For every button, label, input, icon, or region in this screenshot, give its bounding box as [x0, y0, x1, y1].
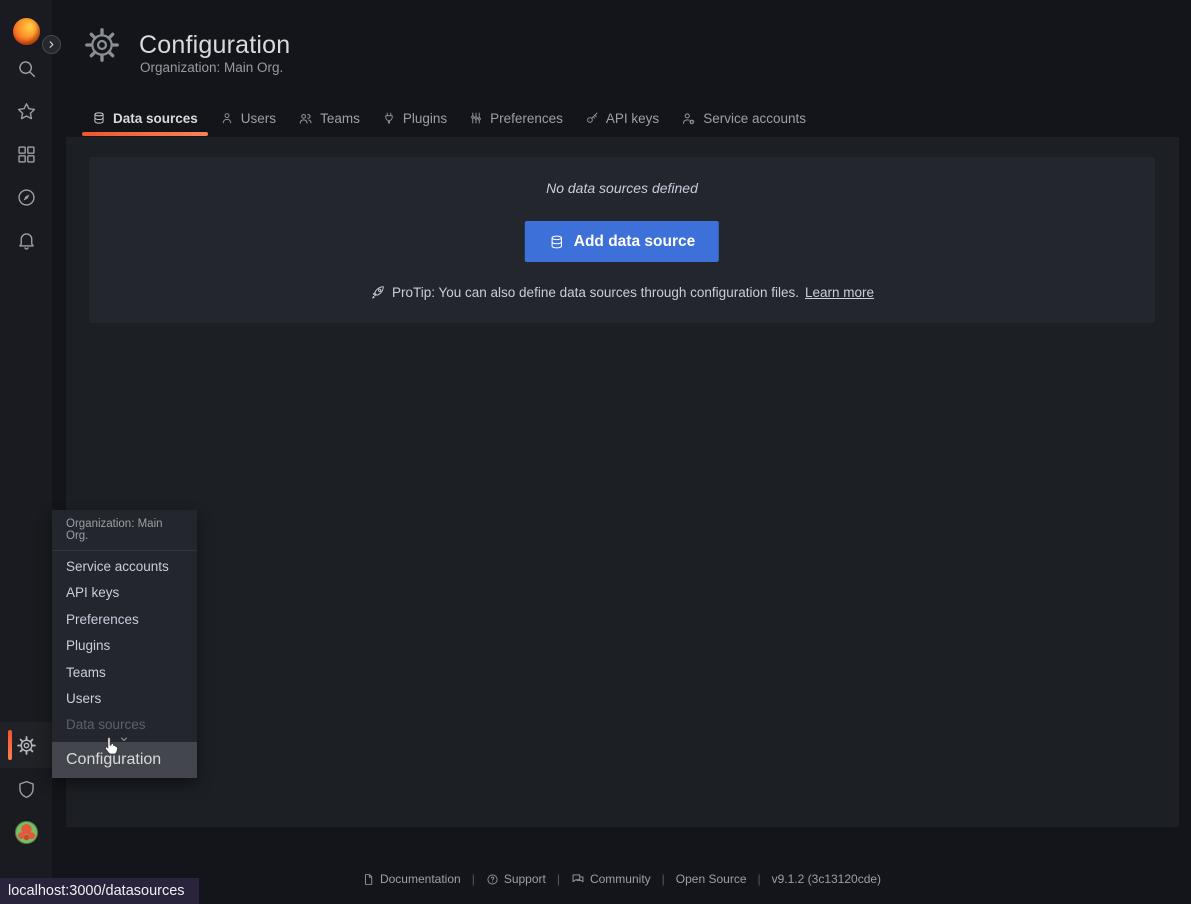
page-footer: Documentation | Support | Community | Op…	[52, 872, 1191, 886]
tab-label: Preferences	[490, 111, 563, 126]
key-icon	[585, 111, 599, 125]
tab-users[interactable]: Users	[209, 102, 287, 134]
sidebar-item-starred[interactable]	[0, 90, 52, 133]
tab-preferences[interactable]: Preferences	[458, 102, 574, 134]
menu-item-service-accounts[interactable]: Service accounts	[52, 554, 197, 580]
footer-link-label: Support	[504, 872, 546, 886]
protip-text: ProTip: You can also define data sources…	[392, 285, 799, 300]
sidebar-item-search[interactable]	[0, 47, 52, 90]
database-icon	[549, 234, 565, 250]
shield-icon	[16, 779, 37, 800]
browser-status-tooltip: localhost:3000/datasources	[0, 878, 199, 904]
menu-item-plugins[interactable]: Plugins	[52, 633, 197, 659]
footer-link-label: Open Source	[676, 872, 747, 886]
footer-separator: |	[472, 872, 475, 886]
page-subtitle: Organization: Main Org.	[140, 60, 283, 75]
menu-item-users[interactable]: Users	[52, 686, 197, 712]
footer-link-open-source[interactable]: Open Source	[676, 872, 747, 886]
sidebar-item-configuration[interactable]	[0, 722, 52, 768]
footer-version: v9.1.2 (3c13120cde)	[772, 872, 881, 886]
sidebar-item-dashboards[interactable]	[0, 133, 52, 176]
document-icon	[362, 873, 375, 886]
footer-link-label: Community	[590, 872, 651, 886]
chevron-right-icon	[45, 38, 58, 51]
sidebar-item-profile[interactable]	[0, 812, 52, 852]
search-icon	[16, 58, 37, 79]
menu-org-header: Organization: Main Org.	[52, 510, 197, 551]
tab-label: Teams	[320, 111, 360, 126]
sidebar-item-explore[interactable]	[0, 176, 52, 219]
bell-icon	[16, 230, 37, 251]
star-icon	[16, 101, 37, 122]
users-icon	[298, 111, 313, 126]
page-header-gear-icon	[83, 26, 121, 64]
compass-icon	[16, 187, 37, 208]
footer-link-community[interactable]: Community	[571, 872, 651, 886]
footer-link-support[interactable]: Support	[486, 872, 546, 886]
footer-link-label: Documentation	[380, 872, 461, 886]
page-title: Configuration	[139, 31, 290, 60]
plug-icon	[382, 111, 396, 125]
config-tabs: Data sources Users Teams Plugins Prefere…	[81, 102, 817, 134]
chevron-down-icon	[118, 733, 130, 745]
sidebar	[0, 0, 52, 904]
menu-item-teams[interactable]: Teams	[52, 660, 197, 686]
learn-more-link[interactable]: Learn more	[805, 285, 874, 300]
menu-footer-configuration[interactable]: Configuration	[52, 742, 197, 778]
sidebar-item-alerting[interactable]	[0, 219, 52, 262]
tab-label: Data sources	[113, 111, 198, 126]
grafana-app: Configuration Organization: Main Org. Da…	[0, 0, 1191, 904]
empty-state-box: No data sources defined Add data source …	[89, 157, 1155, 323]
tab-api-keys[interactable]: API keys	[574, 102, 670, 134]
rocket-icon	[370, 284, 386, 300]
tab-data-sources[interactable]: Data sources	[81, 102, 209, 134]
tab-teams[interactable]: Teams	[287, 102, 371, 134]
tab-label: Users	[241, 111, 276, 126]
empty-state-message: No data sources defined	[89, 180, 1155, 196]
content-pane: No data sources defined Add data source …	[66, 137, 1179, 827]
question-circle-icon	[486, 873, 499, 886]
menu-item-preferences[interactable]: Preferences	[52, 607, 197, 633]
sidebar-expand-button[interactable]	[42, 35, 61, 54]
active-indicator-bar	[8, 730, 12, 760]
add-data-source-button[interactable]: Add data source	[525, 221, 719, 262]
footer-separator: |	[557, 872, 560, 886]
user-avatar	[15, 821, 38, 844]
tab-label: Plugins	[403, 111, 447, 126]
footer-link-documentation[interactable]: Documentation	[362, 872, 461, 886]
tab-service-accounts[interactable]: Service accounts	[670, 102, 817, 134]
tab-label: Service accounts	[703, 111, 806, 126]
sidebar-item-server-admin[interactable]	[0, 768, 52, 811]
protip-row: ProTip: You can also define data sources…	[89, 284, 1155, 300]
menu-item-api-keys[interactable]: API keys	[52, 580, 197, 606]
database-icon	[92, 111, 106, 125]
add-data-source-label: Add data source	[574, 233, 695, 251]
footer-separator: |	[662, 872, 665, 886]
dashboards-grid-icon	[16, 144, 37, 165]
sliders-icon	[469, 111, 483, 125]
configuration-flyout-menu: Organization: Main Org. Service accounts…	[52, 510, 197, 778]
grafana-logo-icon	[13, 18, 40, 45]
tab-plugins[interactable]: Plugins	[371, 102, 458, 134]
gear-icon	[16, 735, 37, 756]
footer-separator: |	[758, 872, 761, 886]
user-gear-icon	[681, 111, 696, 126]
user-icon	[220, 111, 234, 125]
tab-label: API keys	[606, 111, 659, 126]
menu-list: Service accounts API keys Preferences Pl…	[52, 551, 197, 742]
comments-icon	[571, 872, 585, 886]
